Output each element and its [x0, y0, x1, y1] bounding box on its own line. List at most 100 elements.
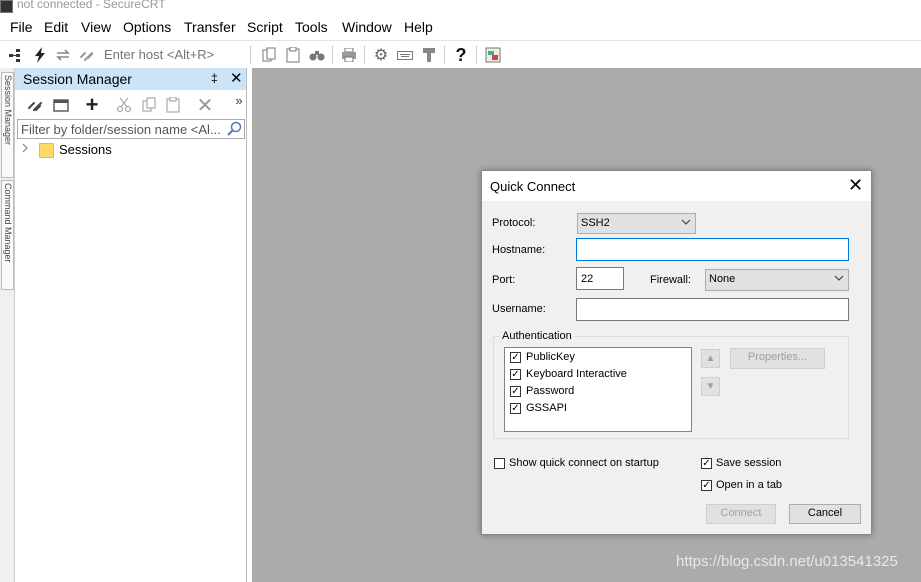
lightning-icon[interactable]	[31, 46, 49, 64]
show-on-startup-label: Show quick connect on startup	[509, 457, 659, 469]
connect-tab-icon[interactable]	[51, 95, 71, 115]
copy-icon[interactable]	[260, 46, 278, 64]
chevron-right-icon[interactable]	[21, 142, 29, 156]
paste-icon[interactable]	[284, 46, 302, 64]
host-input[interactable]	[104, 46, 244, 62]
auth-item-label: GSSAPI	[526, 402, 567, 414]
firewall-select[interactable]: None	[705, 269, 849, 291]
username-input[interactable]	[577, 299, 848, 320]
reconnect-icon[interactable]	[54, 46, 72, 64]
checkbox-checked-icon[interactable]: ✓	[510, 386, 521, 397]
checkbox-checked-icon[interactable]: ✓	[510, 352, 521, 363]
checkbox-checked-icon[interactable]: ✓	[701, 458, 712, 469]
search-icon[interactable]	[227, 121, 242, 139]
firewall-label: Firewall:	[650, 274, 691, 286]
folder-icon	[39, 143, 54, 158]
menu-help[interactable]: Help	[404, 19, 433, 35]
username-label: Username:	[492, 303, 546, 315]
toolbar-separator	[250, 46, 251, 64]
session-manager-title: Session Manager	[23, 71, 132, 87]
hostname-field[interactable]	[576, 238, 849, 261]
auth-method-list: ✓ PublicKey ✓ Keyboard Interactive ✓ Pas…	[504, 347, 692, 432]
tree-item-label: Sessions	[59, 142, 112, 157]
quick-connect-dialog: Quick Connect ✕ Protocol: SSH2 Hostname:…	[481, 170, 872, 535]
auth-item-label: PublicKey	[526, 351, 575, 363]
keymap-icon[interactable]	[420, 46, 438, 64]
open-in-tab-checkbox[interactable]: ✓ Open in a tab	[701, 479, 821, 494]
username-field[interactable]	[576, 298, 849, 321]
help-icon[interactable]: ?	[452, 45, 470, 65]
menu-edit[interactable]: Edit	[44, 19, 68, 35]
checkbox-unchecked-icon[interactable]	[494, 458, 505, 469]
cut-icon[interactable]	[114, 95, 134, 115]
protocol-select[interactable]: SSH2	[577, 213, 696, 234]
chevron-down-icon	[834, 272, 844, 287]
title-bar: not connected - SecureCRT	[0, 0, 921, 14]
open-in-tab-label: Open in a tab	[716, 479, 783, 491]
move-down-button[interactable]: ▼	[701, 377, 720, 396]
session-manager-toolbar: + ✕ »	[15, 92, 246, 118]
print-icon[interactable]	[340, 46, 358, 64]
port-field[interactable]	[576, 267, 624, 290]
cancel-button[interactable]: Cancel	[789, 504, 861, 524]
port-input[interactable]	[577, 268, 623, 289]
dialog-header: Quick Connect ✕	[482, 171, 871, 201]
connect-button[interactable]: Connect	[706, 504, 776, 524]
session-filter-input[interactable]	[21, 122, 221, 137]
close-panel-icon[interactable]: ✕	[230, 69, 243, 87]
gear-icon[interactable]: ⚙	[372, 46, 390, 64]
session-manager-panel: Session Manager ‡ ✕ + ✕ » Ses	[15, 68, 247, 582]
menu-file[interactable]: File	[10, 19, 33, 35]
menu-view[interactable]: View	[81, 19, 111, 35]
chevron-down-icon	[681, 216, 691, 231]
pin-icon[interactable]: ‡	[211, 71, 218, 85]
watermark: https://blog.csdn.net/u013541325	[676, 553, 898, 570]
hostname-input[interactable]	[577, 239, 848, 260]
auth-item-label: Password	[526, 385, 575, 397]
paste-session-icon[interactable]	[163, 95, 183, 115]
checkbox-checked-icon[interactable]: ✓	[701, 480, 712, 491]
session-manager-header: Session Manager ‡ ✕	[15, 68, 246, 90]
tab-session-manager-label: Session Manager	[3, 75, 13, 146]
menu-transfer[interactable]: Transfer	[184, 19, 236, 35]
toolbar: ⚙ ?	[0, 40, 921, 69]
protocol-label: Protocol:	[492, 217, 536, 229]
show-on-startup-checkbox[interactable]: Show quick connect on startup	[494, 457, 674, 472]
save-session-label: Save session	[716, 457, 782, 469]
delete-icon[interactable]: ✕	[195, 95, 215, 117]
find-icon[interactable]	[308, 46, 326, 64]
keyboard-icon[interactable]	[396, 46, 414, 64]
tree-item-sessions[interactable]: Sessions	[15, 140, 246, 160]
save-session-checkbox[interactable]: ✓ Save session	[701, 457, 821, 472]
tab-session-manager[interactable]: Session Manager	[1, 72, 14, 178]
protocol-value: SSH2	[581, 217, 610, 229]
menu-tools[interactable]: Tools	[295, 19, 328, 35]
move-up-button[interactable]: ▲	[701, 349, 720, 368]
auth-item-label: Keyboard Interactive	[526, 368, 627, 380]
link-icon[interactable]	[78, 46, 96, 64]
firewall-value: None	[709, 273, 736, 285]
checkbox-checked-icon[interactable]: ✓	[510, 369, 521, 380]
tree-icon[interactable]	[6, 46, 24, 64]
app-icon	[0, 0, 13, 13]
port-label: Port:	[492, 274, 516, 286]
dialog-title: Quick Connect	[490, 179, 576, 194]
copy-session-icon[interactable]	[139, 95, 159, 115]
properties-button[interactable]: Properties...	[730, 348, 825, 369]
tab-command-manager[interactable]: Command Manager	[1, 180, 14, 290]
menu-script[interactable]: Script	[247, 19, 283, 35]
side-tab-strip: Session Manager Command Manager	[0, 68, 15, 582]
toolbar-separator	[444, 46, 445, 64]
session-filter	[17, 119, 245, 139]
add-icon[interactable]: +	[82, 92, 102, 117]
checkbox-checked-icon[interactable]: ✓	[510, 403, 521, 414]
chat-icon[interactable]	[484, 46, 502, 64]
close-icon[interactable]: ✕	[848, 175, 863, 196]
more-icon[interactable]: »	[229, 90, 249, 110]
toolbar-separator	[332, 46, 333, 64]
toolbar-separator	[476, 46, 477, 64]
menu-options[interactable]: Options	[123, 19, 171, 35]
menu-window[interactable]: Window	[342, 19, 392, 35]
authentication-legend: Authentication	[500, 330, 574, 342]
connect-link-icon[interactable]	[25, 95, 45, 115]
